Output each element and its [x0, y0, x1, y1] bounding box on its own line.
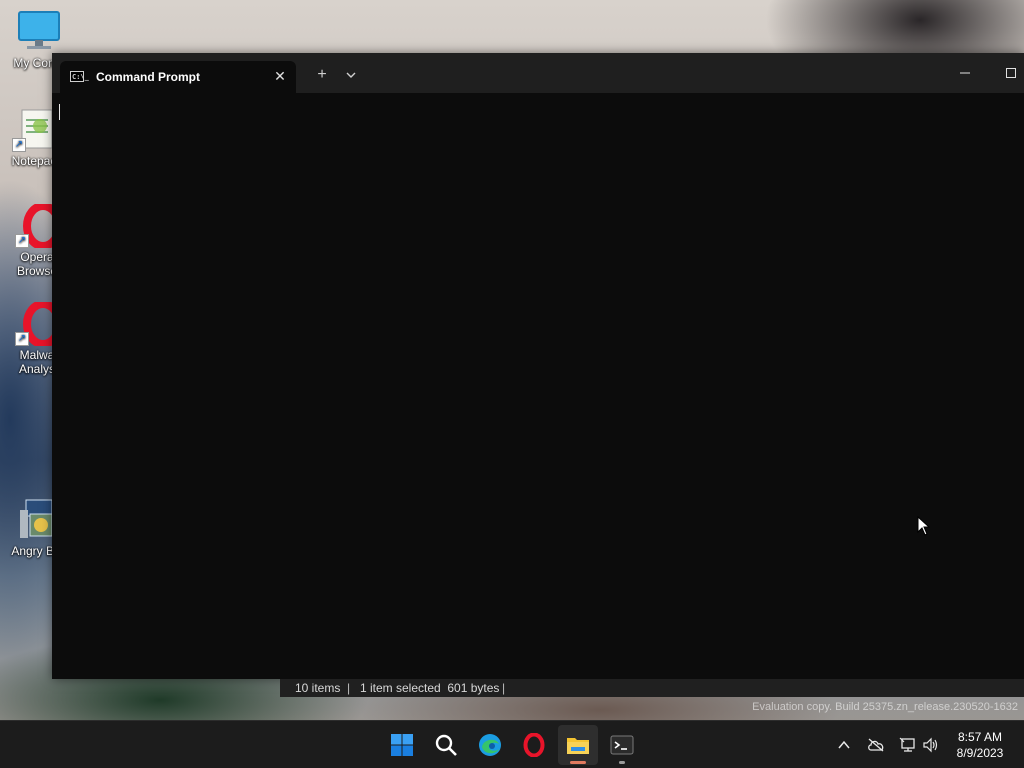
volume-icon[interactable]: [921, 735, 941, 755]
tab-close-button[interactable]: ✕: [270, 66, 290, 86]
chevron-down-icon: [346, 72, 356, 78]
desktop: My Comp ↗ Notepac ↗ Opera Browse ↗ Malwa…: [0, 0, 1024, 768]
clock-time: 8:57 AM: [957, 730, 1003, 744]
new-tab-button[interactable]: +: [308, 61, 336, 89]
terminal-icon: [610, 735, 634, 755]
search-button[interactable]: [426, 725, 466, 765]
mouse-pointer-icon: [917, 515, 931, 541]
running-indicator: [619, 761, 625, 764]
status-separator: |: [502, 681, 506, 695]
shortcut-arrow-icon: ↗: [15, 332, 29, 346]
taskbar-file-explorer-button[interactable]: [558, 725, 598, 765]
shortcut-arrow-icon: ↗: [12, 138, 26, 152]
tab-dropdown-button[interactable]: [337, 61, 365, 89]
taskbar-edge-button[interactable]: [470, 725, 510, 765]
taskbar: 8:57 AM 8/9/2023: [0, 720, 1024, 768]
taskbar-opera-button[interactable]: [514, 725, 554, 765]
tab-command-prompt[interactable]: C:\_ Command Prompt ✕: [60, 61, 296, 93]
status-selection: 1 item selected 601 bytes: [360, 681, 500, 695]
text-cursor: [59, 104, 60, 120]
angry-birds-icon: [12, 498, 56, 542]
show-hidden-icons-button[interactable]: [834, 735, 854, 755]
command-prompt-window[interactable]: C:\_ Command Prompt ✕ +: [52, 53, 1024, 679]
maximize-button[interactable]: [988, 53, 1024, 93]
clock-date: 8/9/2023: [956, 746, 1004, 760]
chevron-up-icon: [838, 740, 850, 749]
opera-icon: [523, 733, 545, 757]
minimize-icon: [960, 72, 970, 74]
tab-title: Command Prompt: [96, 70, 201, 84]
notepad-icon: ↗: [12, 108, 56, 152]
edge-icon: [479, 734, 501, 756]
command-prompt-icon: C:\_: [70, 71, 89, 82]
evaluation-watermark: Evaluation copy. Build 25375.zn_release.…: [752, 701, 1018, 713]
explorer-status-bar: 10 items | 1 item selected 601 bytes |: [280, 679, 1024, 697]
search-icon: [435, 734, 457, 756]
taskbar-clock[interactable]: 8:57 AM 8/9/2023: [944, 729, 1016, 761]
minimize-button[interactable]: [942, 53, 988, 93]
start-button[interactable]: [382, 725, 422, 765]
shortcut-arrow-icon: ↗: [15, 234, 29, 248]
network-icon[interactable]: [898, 735, 918, 755]
folder-icon: [567, 738, 589, 754]
taskbar-terminal-button[interactable]: [602, 725, 642, 765]
computer-icon: [17, 10, 61, 54]
windows-logo-icon: [391, 734, 413, 756]
onedrive-offline-icon[interactable]: [866, 735, 886, 755]
terminal-output-area[interactable]: [52, 93, 1024, 679]
status-item-count: 10 items: [295, 681, 341, 695]
window-titlebar[interactable]: C:\_ Command Prompt ✕ +: [52, 53, 1024, 93]
status-separator: |: [347, 681, 351, 695]
maximize-icon: [1006, 68, 1016, 78]
active-indicator: [570, 761, 586, 764]
